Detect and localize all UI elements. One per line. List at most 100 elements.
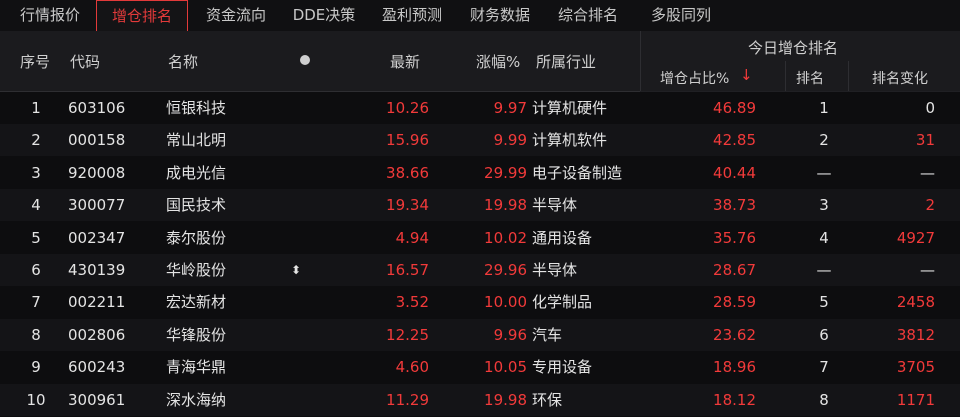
cell-name: 泰尔股份 — [166, 228, 227, 247]
tab-position-increase-rank[interactable]: 增仓排名 — [96, 0, 188, 31]
cell-rank-change: 4927 — [896, 228, 935, 247]
cell-change: 29.99 — [484, 163, 527, 182]
table-row[interactable]: 4 300077 国民技术 19.34 19.98 半导体 38.73 3 2 — [0, 189, 960, 222]
cell-seq: 9 — [31, 358, 41, 377]
cell-change: 10.05 — [484, 358, 527, 377]
cell-rank-change: 3812 — [896, 325, 935, 344]
cell-seq: 4 — [31, 196, 41, 215]
table-row[interactable]: 9 600243 青海华鼎 4.60 10.05 专用设备 18.96 7 3705 — [0, 351, 960, 384]
cell-latest: 15.96 — [386, 131, 429, 150]
header-rank[interactable]: 排名 — [796, 68, 824, 88]
cell-code: 920008 — [68, 163, 126, 182]
tab-composite-rank[interactable]: 综合排名 — [548, 0, 628, 31]
sort-down-arrow-icon[interactable]: ↓ — [740, 66, 753, 84]
cell-rank-change: 0 — [925, 99, 935, 117]
table-row[interactable]: 6 430139 华岭股份 ⬍ 16.57 29.96 半导体 28.67 — — — [0, 254, 960, 286]
cell-change: 10.00 — [484, 293, 527, 312]
cell-latest: 19.34 — [386, 196, 429, 215]
header-change[interactable]: 涨幅% — [476, 51, 520, 72]
cell-rank: 3 — [819, 196, 829, 215]
header-code[interactable]: 代码 — [70, 51, 100, 72]
cell-seq: 8 — [31, 325, 41, 344]
cell-latest: 3.52 — [395, 293, 429, 312]
cell-change: 29.96 — [484, 261, 527, 279]
table-row[interactable]: 10 300961 深水海纳 11.29 19.98 环保 18.12 8 1171 — [0, 383, 960, 416]
updown-marker-icon — [286, 351, 306, 383]
cell-change: 10.02 — [484, 228, 527, 247]
tab-multi-stock[interactable]: 多股同列 — [636, 0, 726, 31]
cell-industry: 通用设备 — [532, 228, 593, 247]
tab-dde[interactable]: DDE决策 — [284, 0, 364, 31]
cell-latest: 16.57 — [386, 261, 429, 279]
table-row[interactable]: 5 002347 泰尔股份 4.94 10.02 通用设备 35.76 4 4927 — [0, 221, 960, 254]
cell-latest: 4.60 — [395, 358, 429, 377]
cell-rank: 2 — [819, 131, 829, 150]
cell-rank-change: 31 — [915, 131, 935, 150]
cell-ratio: 42.85 — [713, 131, 756, 150]
cell-seq: 1 — [31, 99, 41, 117]
cell-seq: 10 — [26, 390, 46, 409]
cell-ratio: 18.12 — [713, 390, 756, 409]
cell-seq: 6 — [31, 261, 41, 279]
table-row[interactable]: 1 603106 恒银科技 10.26 9.97 计算机硬件 46.89 1 0 — [0, 92, 960, 124]
header-group-today-rank: 今日增仓排名 — [748, 39, 839, 57]
updown-marker-icon — [286, 319, 306, 351]
tab-financial-data[interactable]: 财务数据 — [460, 0, 540, 31]
table-row[interactable]: 3 920008 成电光信 38.66 29.99 电子设备制造 40.44 — — — [0, 156, 960, 189]
cell-seq: 2 — [31, 131, 41, 150]
cell-rank-change: — — [920, 163, 935, 182]
cell-seq: 7 — [31, 293, 41, 312]
cell-industry: 半导体 — [532, 196, 578, 215]
cell-latest: 38.66 — [386, 163, 429, 182]
tab-bar: 行情报价 增仓排名 资金流向 DDE决策 盈利预测 财务数据 综合排名 多股同列 — [0, 0, 960, 32]
header-latest[interactable]: 最新 — [390, 51, 420, 72]
updown-marker-icon — [286, 384, 306, 416]
cell-ratio: 28.67 — [713, 261, 756, 279]
header-name[interactable]: 名称 — [168, 51, 198, 72]
updown-marker-icon — [286, 157, 306, 189]
tab-fund-flow[interactable]: 资金流向 — [196, 0, 276, 31]
updown-marker-icon — [286, 286, 306, 318]
tab-profit-forecast[interactable]: 盈利预测 — [372, 0, 452, 31]
column-divider — [640, 31, 641, 91]
cell-name: 国民技术 — [166, 196, 227, 215]
cell-ratio: 23.62 — [713, 325, 756, 344]
tab-quote[interactable]: 行情报价 — [10, 0, 90, 31]
mark-column-dot-icon[interactable] — [300, 55, 310, 65]
cell-name: 青海华鼎 — [166, 358, 227, 377]
updown-marker-icon — [286, 92, 306, 124]
cell-industry: 化学制品 — [532, 293, 593, 312]
cell-name: 恒银科技 — [166, 99, 227, 117]
cell-change: 9.99 — [493, 131, 527, 150]
cell-industry: 计算机硬件 — [532, 99, 608, 117]
cell-code: 600243 — [68, 358, 126, 377]
cell-industry: 电子设备制造 — [532, 163, 623, 182]
header-seq[interactable]: 序号 — [20, 51, 50, 72]
header-rank-change[interactable]: 排名变化 — [872, 68, 928, 88]
cell-name: 华锋股份 — [166, 325, 227, 344]
cell-rank: 7 — [819, 358, 829, 377]
table-row[interactable]: 7 002211 宏达新材 3.52 10.00 化学制品 28.59 5 2458 — [0, 286, 960, 319]
cell-rank-change: — — [920, 261, 935, 279]
cell-name: 宏达新材 — [166, 293, 227, 312]
cell-name: 华岭股份 — [166, 261, 227, 279]
cell-name: 深水海纳 — [166, 390, 227, 409]
cell-rank: 4 — [819, 228, 829, 247]
table-row[interactable]: 8 002806 华锋股份 12.25 9.96 汽车 23.62 6 3812 — [0, 318, 960, 351]
updown-marker-icon — [286, 124, 306, 156]
cell-ratio: 40.44 — [713, 163, 756, 182]
cell-change: 19.98 — [484, 196, 527, 215]
cell-rank: — — [816, 163, 832, 182]
cell-code: 430139 — [68, 261, 126, 279]
cell-name: 成电光信 — [166, 163, 227, 182]
cell-name: 常山北明 — [166, 131, 227, 150]
cell-latest: 12.25 — [386, 325, 429, 344]
cell-change: 9.96 — [493, 325, 527, 344]
cell-code: 002211 — [68, 293, 126, 312]
header-ratio[interactable]: 增仓占比% — [660, 68, 729, 88]
cell-industry: 汽车 — [532, 325, 563, 344]
table-row[interactable]: 2 000158 常山北明 15.96 9.99 计算机软件 42.85 2 31 — [0, 124, 960, 157]
header-industry[interactable]: 所属行业 — [536, 51, 596, 72]
cell-industry: 计算机软件 — [532, 131, 608, 150]
cell-code: 002806 — [68, 325, 126, 344]
